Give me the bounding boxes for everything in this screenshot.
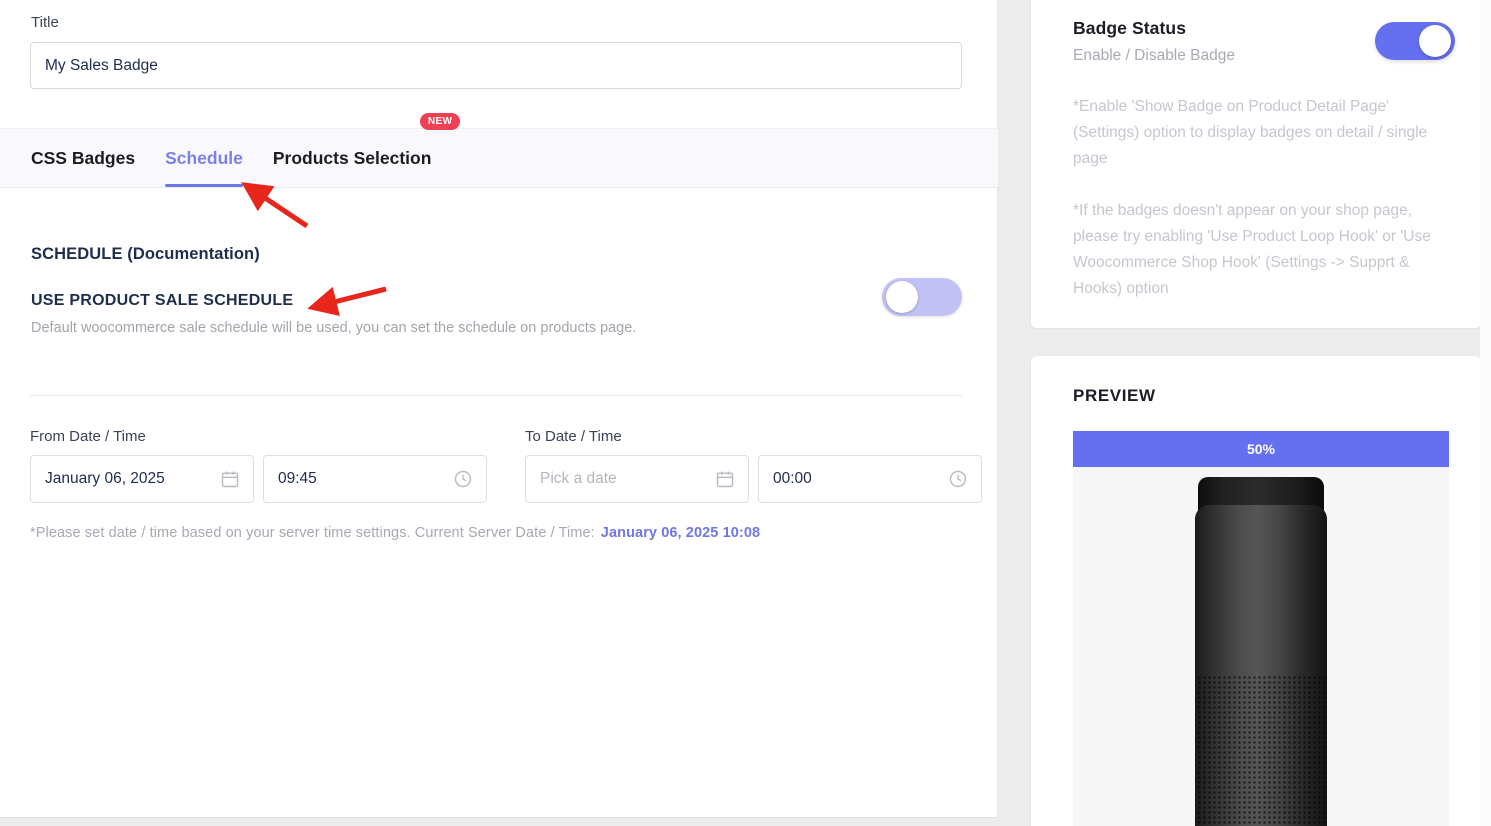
to-date-placeholder: Pick a date xyxy=(540,470,617,487)
use-product-sale-schedule-toggle[interactable] xyxy=(882,278,962,316)
to-time-input[interactable]: 00:00 xyxy=(758,455,982,503)
preview-product-image xyxy=(1073,467,1449,826)
date-time-area: From Date / Time January 06, 2025 09:45 … xyxy=(0,396,998,503)
app-screen: Title CSS Badges Schedule Products Selec… xyxy=(0,0,1491,826)
server-time-note-text: *Please set date / time based on your se… xyxy=(30,525,595,541)
calendar-icon xyxy=(715,469,735,489)
from-time-value: 09:45 xyxy=(278,470,317,487)
speaker-grill xyxy=(1197,675,1325,826)
use-product-sale-schedule-description: Default woocommerce sale schedule will b… xyxy=(31,320,637,336)
tab-products-selection[interactable]: Products Selection NEW xyxy=(272,113,461,187)
title-field-label: Title xyxy=(31,14,59,31)
editor-tabbar: CSS Badges Schedule Products Selection N… xyxy=(0,113,998,188)
from-date-time-label: From Date / Time xyxy=(30,428,146,445)
preview-title: PREVIEW xyxy=(1073,386,1156,405)
preview-card: PREVIEW 50% xyxy=(1031,356,1481,826)
tab-schedule-label: Schedule xyxy=(165,147,243,168)
toggle-knob xyxy=(1419,25,1451,57)
tab-list: CSS Badges Schedule Products Selection N… xyxy=(0,113,998,187)
badge-status-card: Badge Status Enable / Disable Badge *Ena… xyxy=(1031,0,1481,328)
from-fields: January 06, 2025 09:45 xyxy=(30,455,487,503)
from-date-time-group: From Date / Time January 06, 2025 09:45 xyxy=(30,428,487,503)
server-time-note: *Please set date / time based on your se… xyxy=(0,503,998,541)
tab-schedule[interactable]: Schedule xyxy=(165,129,243,187)
sidebar-column: Badge Status Enable / Disable Badge *Ena… xyxy=(1031,0,1481,826)
clock-icon xyxy=(948,469,968,489)
calendar-icon xyxy=(220,469,240,489)
title-input-wrap xyxy=(0,33,997,89)
badge-status-hint-2: *If the badges doesn't appear on your sh… xyxy=(1073,202,1431,297)
preview-box: 50% xyxy=(1073,431,1449,826)
badge-title-input[interactable] xyxy=(30,42,962,89)
tab-css-badges-label: CSS Badges xyxy=(31,147,136,168)
speaker-illustration xyxy=(1195,477,1327,826)
tab-css-badges[interactable]: CSS Badges xyxy=(31,129,135,187)
badge-editor-panel: Title CSS Badges Schedule Products Selec… xyxy=(0,0,998,818)
to-date-time-label: To Date / Time xyxy=(525,428,622,445)
from-date-value: January 06, 2025 xyxy=(45,470,165,487)
speaker-body xyxy=(1195,505,1327,826)
tab-products-selection-label: Products Selection xyxy=(272,147,432,168)
from-date-input[interactable]: January 06, 2025 xyxy=(30,455,254,503)
from-time-input[interactable]: 09:45 xyxy=(263,455,487,503)
to-date-input[interactable]: Pick a date xyxy=(525,455,749,503)
badge-status-header: Badge Status Enable / Disable Badge xyxy=(1073,18,1455,74)
badge-status-hint-1: *Enable 'Show Badge on Product Detail Pa… xyxy=(1073,98,1428,167)
clock-icon xyxy=(453,469,473,489)
use-product-sale-schedule-label: USE PRODUCT SALE SCHEDULE xyxy=(31,292,294,309)
toggle-knob xyxy=(886,281,918,313)
to-fields: Pick a date 00:00 xyxy=(525,455,982,503)
badge-status-toggle[interactable] xyxy=(1375,22,1455,60)
new-badge: NEW xyxy=(419,113,461,130)
server-time-stamp: January 06, 2025 10:08 xyxy=(600,525,761,541)
right-gutter xyxy=(1480,0,1491,826)
to-date-time-group: To Date / Time Pick a date 00:00 xyxy=(525,428,982,503)
schedule-section-title: SCHEDULE (Documentation) xyxy=(31,245,260,263)
preview-badge-bar: 50% xyxy=(1073,431,1449,467)
use-product-sale-schedule-row: USE PRODUCT SALE SCHEDULE Default woocom… xyxy=(0,264,998,338)
schedule-tab-content: SCHEDULE (Documentation) USE PRODUCT SAL… xyxy=(0,188,998,541)
to-time-value: 00:00 xyxy=(773,470,812,487)
